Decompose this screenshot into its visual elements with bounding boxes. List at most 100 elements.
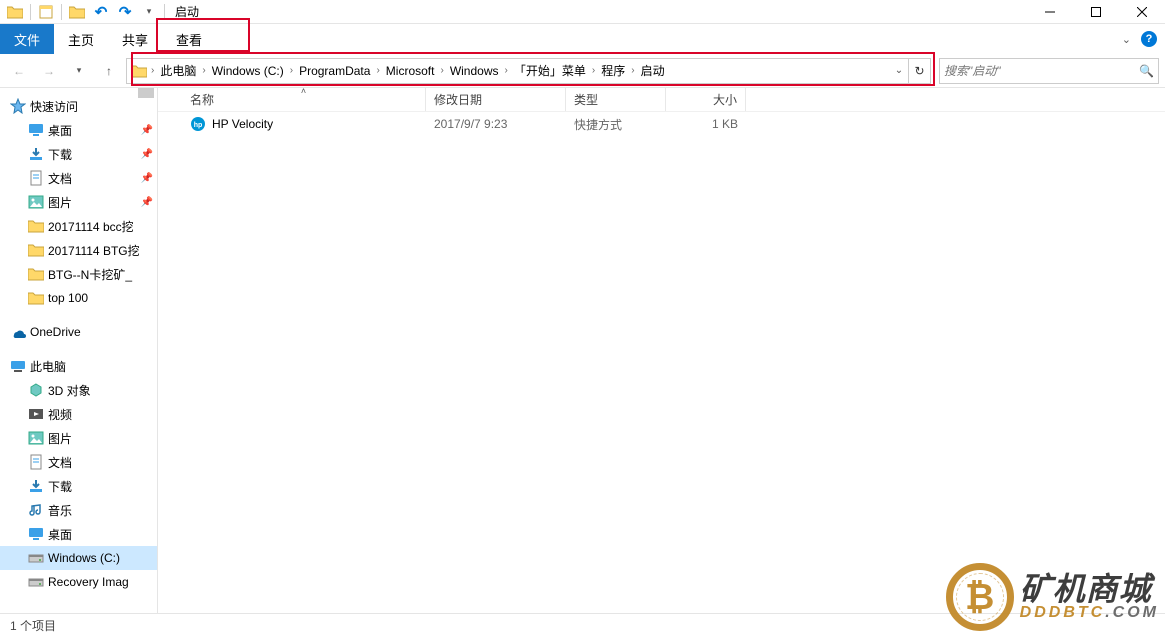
breadcrumb-segment[interactable]: Microsoft <box>382 64 439 78</box>
minimize-button[interactable] <box>1027 0 1073 24</box>
refresh-button[interactable]: ↻ <box>908 59 930 83</box>
breadcrumb-segment[interactable]: 程序 <box>597 62 629 79</box>
file-type: 快捷方式 <box>566 116 666 133</box>
folder-small-icon[interactable] <box>66 1 88 23</box>
breadcrumb-segment[interactable]: ProgramData <box>295 64 374 78</box>
tree-item-label: BTG--N卡挖矿_ <box>48 266 132 283</box>
tree-item[interactable]: Recovery Imag <box>0 570 157 594</box>
properties-icon[interactable] <box>35 1 57 23</box>
tree-item[interactable]: 下载 <box>0 474 157 498</box>
breadcrumb-segment[interactable]: 启动 <box>637 62 669 79</box>
breadcrumb-segment[interactable]: Windows (C:) <box>208 64 288 78</box>
pin-icon: 📌 <box>141 173 153 184</box>
chevron-right-icon[interactable]: › <box>503 65 510 76</box>
address-dropdown-icon[interactable]: ⌄ <box>890 65 908 76</box>
folder-icon <box>28 266 44 282</box>
tree-item-label: 视频 <box>48 406 72 423</box>
search-box[interactable]: 🔍 <box>939 58 1159 84</box>
chevron-right-icon[interactable]: › <box>288 65 295 76</box>
tree-item[interactable]: BTG--N卡挖矿_ <box>0 262 157 286</box>
tree-item-label: 文档 <box>48 170 72 187</box>
pictures-icon <box>28 430 44 446</box>
tree-item-label: 下载 <box>48 146 72 163</box>
video-icon <box>28 406 44 422</box>
chevron-right-icon[interactable]: › <box>590 65 597 76</box>
tree-item[interactable]: Windows (C:) <box>0 546 157 570</box>
music-icon <box>28 502 44 518</box>
tree-item[interactable]: 文档 📌 <box>0 166 157 190</box>
redo-icon[interactable]: ↷ <box>114 1 136 23</box>
pin-icon: 📌 <box>141 197 153 208</box>
tree-item-label: 20171114 BTG挖 <box>48 242 140 259</box>
ribbon-tabs: 文件 主页 共享 查看 ⌄ ? <box>0 24 1165 54</box>
table-row[interactable]: hpHP Velocity2017/9/7 9:23快捷方式1 KB <box>158 112 1165 136</box>
pc-icon <box>10 358 26 374</box>
tree-item[interactable]: 3D 对象 <box>0 378 157 402</box>
address-bar[interactable]: › 此电脑›Windows (C:)›ProgramData›Microsoft… <box>126 58 931 84</box>
tree-item[interactable]: 20171114 BTG挖 <box>0 238 157 262</box>
tab-file[interactable]: 文件 <box>0 24 54 54</box>
search-input[interactable] <box>944 64 1139 78</box>
tab-share[interactable]: 共享 <box>108 24 162 54</box>
title-bar: ↶ ↷ ▾ 启动 <box>0 0 1165 24</box>
tree-item-label: Windows (C:) <box>48 551 120 565</box>
tree-item[interactable]: 文档 <box>0 450 157 474</box>
tree-item[interactable]: 快速访问 <box>0 94 157 118</box>
qat-dropdown-icon[interactable]: ▾ <box>138 1 160 23</box>
folder-icon <box>28 290 44 306</box>
tree-item[interactable]: top 100 <box>0 286 157 310</box>
column-type[interactable]: 类型 <box>566 88 666 111</box>
download-icon <box>28 478 44 494</box>
column-name[interactable]: ˄名称 <box>182 88 426 111</box>
item-count: 1 个项目 <box>10 617 56 634</box>
tree-item[interactable]: 图片📌 <box>0 190 157 214</box>
search-icon[interactable]: 🔍 <box>1139 64 1154 78</box>
ribbon-expand-icon[interactable]: ⌄ <box>1122 33 1131 46</box>
tree-item[interactable]: 视频 <box>0 402 157 426</box>
tab-home[interactable]: 主页 <box>54 24 108 54</box>
up-button[interactable]: ↑ <box>96 58 122 84</box>
breadcrumb: 此电脑›Windows (C:)›ProgramData›Microsoft›W… <box>156 59 668 83</box>
chevron-right-icon[interactable]: › <box>374 65 381 76</box>
navigation-pane[interactable]: 快速访问桌面📌下载📌文档📌图片📌20171114 bcc挖20171114 BT… <box>0 88 158 613</box>
tree-item[interactable]: OneDrive <box>0 320 157 344</box>
document-icon <box>28 170 44 186</box>
column-date[interactable]: 修改日期 <box>426 88 566 111</box>
column-headers: ˄名称 修改日期 类型 大小 <box>158 88 1165 112</box>
tree-item-label: 文档 <box>48 454 72 471</box>
folder-icon <box>4 1 26 23</box>
tree-item[interactable]: 20171114 bcc挖 <box>0 214 157 238</box>
tree-item[interactable]: 图片 <box>0 426 157 450</box>
file-list[interactable]: ˄名称 修改日期 类型 大小 hpHP Velocity2017/9/7 9:2… <box>158 88 1165 613</box>
column-size[interactable]: 大小 <box>666 88 746 111</box>
maximize-button[interactable] <box>1073 0 1119 24</box>
chevron-right-icon[interactable]: › <box>200 65 207 76</box>
tree-item-label: 图片 <box>48 430 72 447</box>
breadcrumb-segment[interactable]: 「开始」菜单 <box>510 62 590 79</box>
watermark-coin-icon: ₿ <box>946 563 1014 631</box>
tree-item[interactable]: 此电脑 <box>0 354 157 378</box>
drive-icon <box>28 574 44 590</box>
help-icon[interactable]: ? <box>1141 31 1157 47</box>
forward-button[interactable]: → <box>36 58 62 84</box>
tree-item[interactable]: 桌面 <box>0 522 157 546</box>
back-button[interactable]: ← <box>6 58 32 84</box>
tree-item[interactable]: 下载📌 <box>0 142 157 166</box>
pin-icon: 📌 <box>141 125 153 136</box>
scrollbar-thumb[interactable] <box>138 88 154 98</box>
tree-item[interactable]: 音乐 <box>0 498 157 522</box>
chevron-right-icon[interactable]: › <box>149 65 156 76</box>
close-button[interactable] <box>1119 0 1165 24</box>
undo-icon[interactable]: ↶ <box>90 1 112 23</box>
breadcrumb-segment[interactable]: Windows <box>446 64 503 78</box>
tree-item-label: 下载 <box>48 478 72 495</box>
file-date: 2017/9/7 9:23 <box>426 117 566 131</box>
chevron-right-icon[interactable]: › <box>438 65 445 76</box>
recent-dropdown-icon[interactable]: ▾ <box>66 58 92 84</box>
tree-item[interactable]: 桌面📌 <box>0 118 157 142</box>
sort-asc-icon: ˄ <box>301 86 306 96</box>
chevron-right-icon[interactable]: › <box>629 65 636 76</box>
main-area: 快速访问桌面📌下载📌文档📌图片📌20171114 bcc挖20171114 BT… <box>0 88 1165 613</box>
tab-view[interactable]: 查看 <box>162 24 216 54</box>
breadcrumb-segment[interactable]: 此电脑 <box>156 62 200 79</box>
